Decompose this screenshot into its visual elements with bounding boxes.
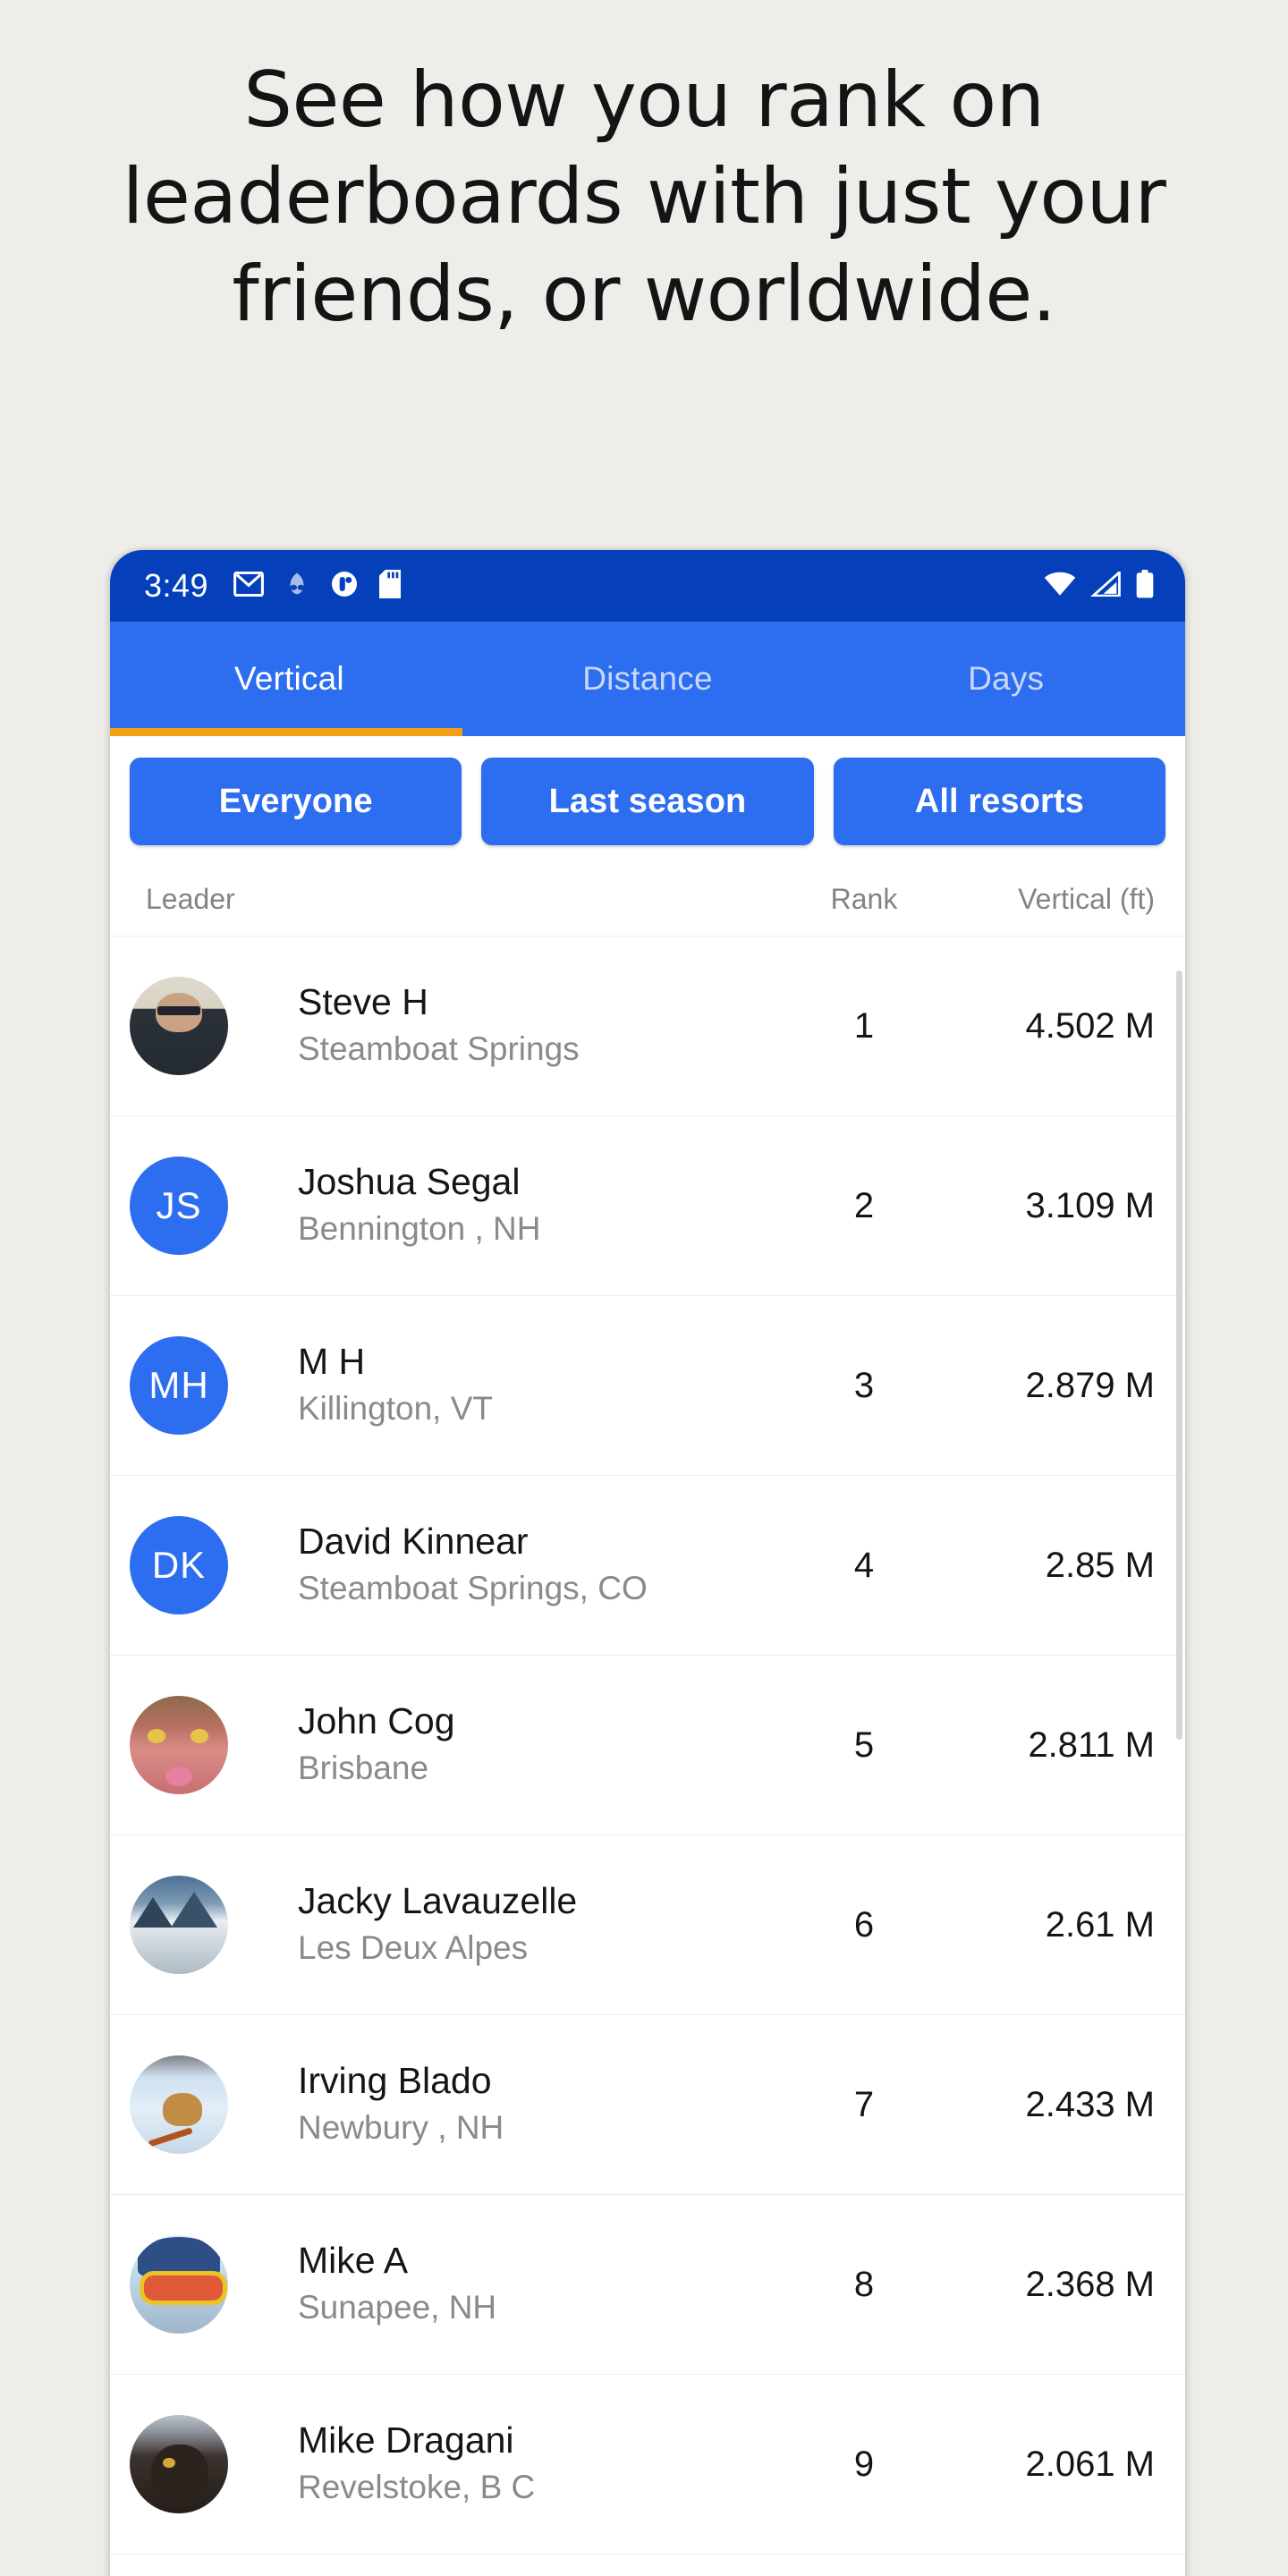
leaderboard-screen: Everyone Last season All resorts Leader …: [110, 736, 1185, 2576]
tab-days[interactable]: Days: [826, 660, 1185, 698]
leader-vertical: 2.85 M: [1045, 1545, 1155, 1585]
table-row[interactable]: Irving Blado Newbury , NH 7 2.433 M: [110, 2015, 1185, 2195]
gmail-icon: [233, 571, 265, 601]
page-headline: See how you rank on leaderboards with ju…: [122, 55, 1166, 339]
leader-vertical: 2.368 M: [1025, 2264, 1155, 2304]
avatar: [130, 1876, 228, 1974]
snorkel-icon: [284, 571, 310, 602]
leader-identity: John Cog Brisbane: [228, 1700, 797, 1791]
leader-identity: Jacky Lavauzelle Les Deux Alpes: [228, 1880, 797, 1970]
leader-name: John Cog: [298, 1699, 455, 1741]
tab-distance[interactable]: Distance: [469, 660, 827, 698]
leader-identity: Mike Dragani Revelstoke, B C: [228, 2419, 797, 2510]
filter-chip-row: Everyone Last season All resorts: [110, 736, 1185, 861]
leader-vertical: 2.433 M: [1025, 2084, 1155, 2124]
leader-name: Mike A: [298, 2239, 409, 2281]
avatar: MH: [130, 1336, 228, 1435]
leader-identity: Joshua Segal Bennington , NH: [228, 1161, 797, 1251]
leader-name: Irving Blado: [298, 2059, 492, 2101]
wifi-icon: [1044, 572, 1076, 601]
leader-rank: 6: [853, 1904, 875, 1945]
leader-location: Newbury , NH: [298, 2109, 504, 2147]
tab-vertical[interactable]: Vertical: [110, 660, 469, 698]
avatar: [130, 1696, 228, 1794]
leaderboard-list: Steve H Steamboat Springs 1 4.502 M JS Joshua…: [110, 936, 1185, 2555]
table-row[interactable]: DK David Kinnear Steamboat Springs, CO 4 2.8…: [110, 1476, 1185, 1656]
avatar: [130, 2055, 228, 2154]
leader-location: Revelstoke, B C: [298, 2469, 536, 2506]
leader-name: Jacky Lavauzelle: [298, 1879, 578, 1921]
filter-chip-last-season[interactable]: Last season: [481, 758, 814, 845]
leader-identity: Mike A Sunapee, NH: [228, 2240, 797, 2330]
leader-identity: Steve H Steamboat Springs: [228, 981, 797, 1072]
leader-vertical: 4.502 M: [1025, 1005, 1155, 1046]
tab-bar: Vertical Distance Days: [110, 622, 1185, 736]
pocket-casts-icon: [330, 570, 359, 603]
leader-identity: M H Killington, VT: [228, 1341, 797, 1431]
status-bar-left: 3:49: [144, 567, 402, 604]
leader-rank: 5: [853, 1724, 875, 1765]
leader-location: Killington, VT: [298, 1390, 493, 1428]
leader-rank: 3: [853, 1365, 875, 1405]
leader-rank: 1: [853, 1005, 875, 1046]
leader-vertical: 3.109 M: [1025, 1185, 1155, 1225]
leader-name: M H: [298, 1340, 366, 1382]
status-clock: 3:49: [144, 567, 209, 604]
leader-name: Steve H: [298, 980, 428, 1022]
leader-name: David Kinnear: [298, 1520, 529, 1562]
leader-location: Brisbane: [298, 1750, 429, 1787]
leader-location: Steamboat Springs, CO: [298, 1570, 648, 1607]
leader-rank: 9: [853, 2444, 875, 2484]
table-row[interactable]: John Cog Brisbane 5 2.811 M: [110, 1656, 1185, 1835]
status-bar-right: [1044, 569, 1155, 603]
leader-vertical: 2.061 M: [1025, 2444, 1155, 2484]
avatar: [130, 977, 228, 1075]
filter-chip-everyone[interactable]: Everyone: [130, 758, 462, 845]
leader-location: Sunapee, NH: [298, 2289, 497, 2326]
leader-name: Joshua Segal: [298, 1160, 521, 1202]
avatar: JS: [130, 1157, 228, 1255]
table-row[interactable]: Mike A Sunapee, NH 8 2.368 M: [110, 2195, 1185, 2375]
column-header-rank: Rank: [830, 883, 898, 915]
leader-identity: Irving Blado Newbury , NH: [228, 2060, 797, 2150]
table-row[interactable]: JS Joshua Segal Bennington , NH 2 3.109 M: [110, 1116, 1185, 1296]
leader-location: Bennington , NH: [298, 1210, 541, 1248]
table-row[interactable]: Mike Dragani Revelstoke, B C 9 2.061 M: [110, 2375, 1185, 2555]
column-header-leader: Leader: [146, 883, 235, 915]
leader-identity: David Kinnear Steamboat Springs, CO: [228, 1521, 797, 1611]
leader-location: Steamboat Springs: [298, 1030, 580, 1068]
scrollbar[interactable]: [1176, 970, 1182, 1740]
leader-vertical: 2.879 M: [1025, 1365, 1155, 1405]
leader-location: Les Deux Alpes: [298, 1929, 529, 1967]
avatar: DK: [130, 1516, 228, 1614]
column-header-vertical: Vertical (ft): [1018, 883, 1155, 915]
leader-vertical: 2.811 M: [1028, 1724, 1155, 1765]
battery-icon: [1135, 569, 1155, 603]
leader-name: Mike Dragani: [298, 2419, 514, 2461]
table-row[interactable]: Jacky Lavauzelle Les Deux Alpes 6 2.61 M: [110, 1835, 1185, 2015]
leader-rank: 4: [853, 1545, 875, 1585]
avatar: [130, 2235, 228, 2334]
phone-mockup: 3:49 Vertical Distance Days Everyone Las…: [110, 550, 1185, 2576]
active-tab-indicator: [110, 728, 462, 736]
filter-chip-all-resorts[interactable]: All resorts: [833, 758, 1165, 845]
table-column-headers: Leader Rank Vertical (ft): [110, 861, 1185, 936]
leader-vertical: 2.61 M: [1045, 1904, 1155, 1945]
leader-rank: 2: [853, 1185, 875, 1225]
status-bar: 3:49: [110, 550, 1185, 622]
table-row[interactable]: Steve H Steamboat Springs 1 4.502 M: [110, 936, 1185, 1116]
table-row[interactable]: MH M H Killington, VT 3 2.879 M: [110, 1296, 1185, 1476]
cell-signal-icon: [1089, 569, 1121, 601]
leader-rank: 8: [853, 2264, 875, 2304]
avatar: [130, 2415, 228, 2513]
sd-card-icon: [378, 569, 402, 603]
leader-rank: 7: [853, 2084, 875, 2124]
